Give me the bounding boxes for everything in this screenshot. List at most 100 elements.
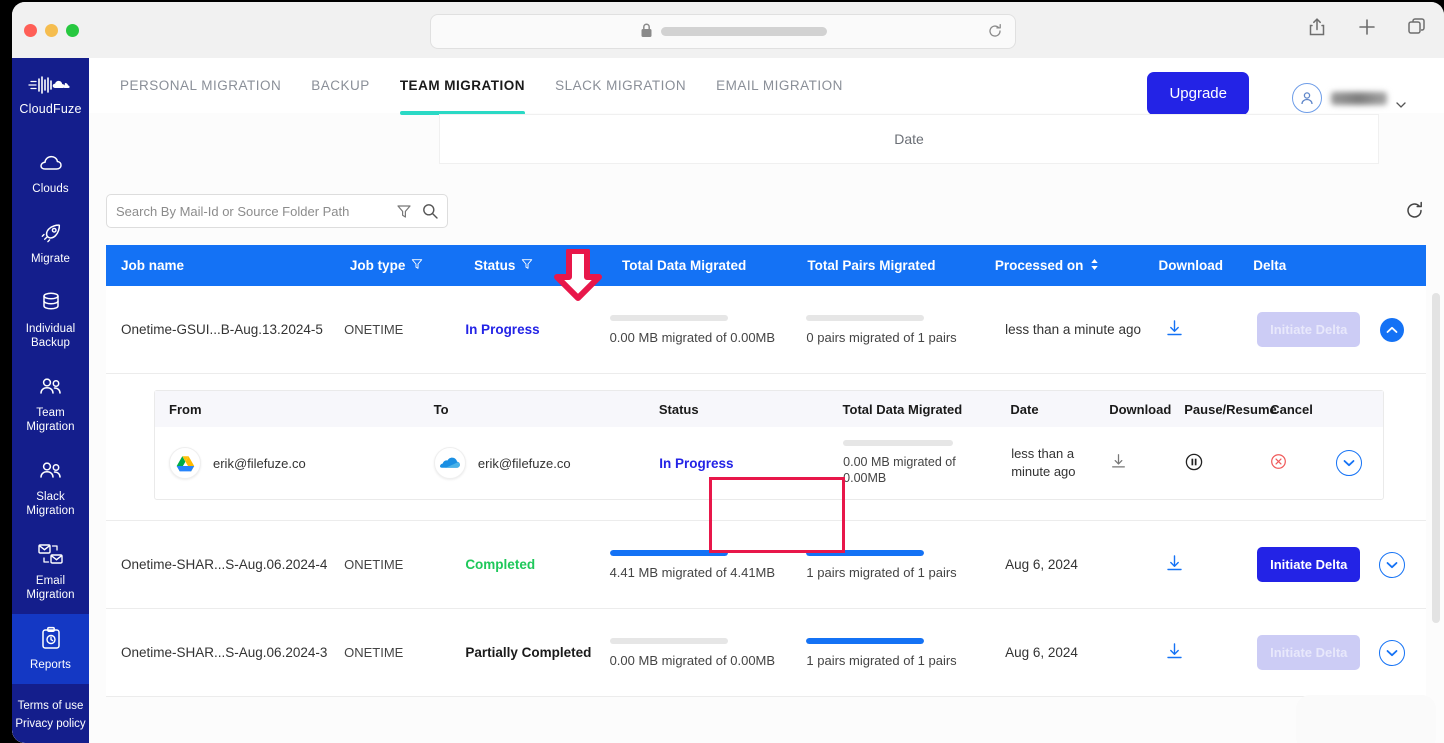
sub-cell-date: less than a minute ago — [1011, 446, 1076, 479]
collapse-row-button[interactable] — [1379, 317, 1404, 342]
sub-column-header-total-data-migrated: Total Data Migrated — [842, 401, 963, 417]
download-icon[interactable] — [1165, 319, 1184, 341]
column-header-processed-on[interactable]: Processed on — [995, 258, 1159, 274]
filter-icon[interactable] — [395, 202, 413, 220]
cell-job-type: ONETIME — [344, 645, 404, 660]
pause-icon[interactable] — [1185, 453, 1203, 474]
tab-team-migration[interactable]: TEAM MIGRATION — [399, 78, 526, 115]
cell-download — [1165, 319, 1257, 341]
onedrive-icon — [433, 447, 466, 479]
table-row[interactable]: Onetime-GSUI...B-Aug.13.2024-5 ONETIME I… — [106, 286, 1426, 374]
sub-column-header-from: From — [169, 401, 202, 417]
sidebar-item-individual-backup[interactable]: Individual Backup — [12, 278, 89, 362]
minimize-window-button[interactable] — [45, 24, 58, 37]
table-row[interactable]: Onetime-SHAR...S-Aug.06.2024-3 ONETIME P… — [106, 609, 1426, 697]
pairs-progress-bar — [806, 637, 925, 644]
user-menu[interactable] — [1292, 83, 1406, 113]
close-window-button[interactable] — [24, 24, 37, 37]
pairs-subtable: From To Status Total Data Migrated Date … — [154, 390, 1384, 500]
cell-job-type: ONETIME — [344, 322, 404, 337]
tab-slack-migration[interactable]: SLACK MIGRATION — [555, 78, 686, 115]
filter-icon[interactable] — [521, 258, 533, 273]
expand-row-button[interactable] — [1378, 551, 1405, 578]
cell-delta: Initiate Delta — [1257, 312, 1372, 347]
sidebar-item-clouds[interactable]: Clouds — [12, 138, 89, 208]
sidebar: CloudFuze Clouds Migrate Individual Back… — [12, 58, 89, 743]
refresh-icon[interactable] — [1405, 201, 1424, 220]
sidebar-footer: Terms of use Privacy policy — [12, 697, 89, 733]
initiate-delta-button[interactable]: Initiate Delta — [1257, 547, 1361, 582]
cell-total-data-migrated: 0.00 MB migrated of 0.00MB — [609, 314, 807, 345]
cell-download — [1165, 642, 1257, 664]
sub-table-row[interactable]: erik@filefuze.co erik@filefuze.co In Pro… — [155, 427, 1383, 499]
cell-expand — [1373, 639, 1411, 666]
browser-window: CloudFuze Clouds Migrate Individual Back… — [12, 2, 1444, 743]
sidebar-item-label: Individual Backup — [25, 323, 76, 349]
search-input[interactable] — [107, 202, 395, 220]
column-header-job-type[interactable]: Job type — [350, 258, 474, 273]
download-icon[interactable] — [1110, 454, 1127, 473]
brand[interactable]: CloudFuze — [12, 58, 89, 116]
tab-backup[interactable]: BACKUP — [311, 78, 370, 115]
expand-row-button[interactable] — [1378, 639, 1405, 666]
initiate-delta-button[interactable]: Initiate Delta — [1257, 635, 1361, 670]
sub-data-progress-label: 0.00 MB migrated of 0.00MB — [843, 455, 956, 485]
user-name-redacted — [1331, 91, 1387, 105]
sidebar-item-team-migration[interactable]: Team Migration — [12, 362, 89, 446]
scrollbar-thumb[interactable] — [1432, 293, 1440, 623]
reload-icon[interactable] — [987, 23, 1003, 39]
sidebar-item-reports[interactable]: Reports — [12, 614, 89, 684]
tab-overview-icon[interactable] — [1406, 16, 1428, 38]
sidebar-item-email-migration[interactable]: Email Migration — [12, 530, 89, 614]
sidebar-item-label: Email Migration — [26, 575, 75, 601]
browser-titlebar — [12, 2, 1444, 59]
sidebar-item-label: Team Migration — [26, 407, 75, 433]
tab-personal-migration[interactable]: PERSONAL MIGRATION — [120, 78, 281, 115]
download-icon[interactable] — [1165, 554, 1184, 576]
data-progress-label: 0.00 MB migrated of 0.00MB — [609, 652, 776, 668]
search-icon[interactable] — [421, 202, 439, 220]
sub-cell-pause-resume — [1185, 453, 1270, 474]
cell-processed-on: Aug 6, 2024 — [1005, 557, 1078, 572]
users-icon — [14, 373, 87, 401]
sort-icon[interactable] — [1089, 258, 1100, 274]
sub-cell-download — [1110, 453, 1185, 473]
tab-email-migration[interactable]: EMAIL MIGRATION — [716, 78, 843, 115]
new-tab-icon[interactable] — [1356, 16, 1378, 38]
sidebar-item-slack-migration[interactable]: Slack Migration — [12, 446, 89, 530]
chat-widget[interactable] — [1296, 695, 1436, 743]
users-icon — [14, 457, 87, 485]
sidebar-item-migrate[interactable]: Migrate — [12, 208, 89, 278]
terms-of-use-link[interactable]: Terms of use — [12, 697, 89, 715]
cancel-icon[interactable] — [1270, 454, 1287, 473]
sub-data-progress-bar — [843, 440, 954, 446]
privacy-policy-link[interactable]: Privacy policy — [12, 715, 89, 733]
data-progress-label: 4.41 MB migrated of 4.41MB — [609, 564, 776, 580]
lock-icon — [641, 23, 652, 38]
filter-icon[interactable] — [411, 258, 423, 273]
cell-job-name: Onetime-SHAR...S-Aug.06.2024-3 — [121, 645, 328, 660]
download-icon[interactable] — [1165, 642, 1184, 664]
pairs-subtable-header: From To Status Total Data Migrated Date … — [155, 391, 1383, 427]
address-bar[interactable] — [430, 14, 1016, 49]
cell-delta: Initiate Delta — [1257, 547, 1372, 582]
chevron-down-icon[interactable] — [1336, 450, 1363, 476]
sub-cell-total-data-migrated: 0.00 MB migrated of 0.00MB — [843, 440, 1011, 486]
expanded-detail-panel: From To Status Total Data Migrated Date … — [106, 374, 1426, 521]
sidebar-nav: Clouds Migrate Individual Backup Team Mi… — [12, 138, 89, 684]
column-header-total-pairs-migrated: Total Pairs Migrated — [807, 258, 936, 273]
table-row[interactable]: Onetime-SHAR...S-Aug.06.2024-4 ONETIME C… — [106, 521, 1426, 609]
pairs-progress-bar — [806, 549, 925, 556]
cell-job-name: Onetime-GSUI...B-Aug.13.2024-5 — [121, 322, 323, 337]
jobs-table-header: Job name Job type Status Total Data Migr… — [106, 245, 1426, 286]
search-box[interactable] — [106, 194, 448, 228]
upgrade-button[interactable]: Upgrade — [1147, 72, 1249, 115]
sidebar-item-label: Reports — [30, 659, 71, 671]
sub-cell-from-account: erik@filefuze.co — [213, 455, 306, 471]
cell-total-data-migrated: 0.00 MB migrated of 0.00MB — [609, 637, 807, 668]
maximize-window-button[interactable] — [66, 24, 79, 37]
initiate-delta-button[interactable]: Initiate Delta — [1257, 312, 1361, 347]
share-icon[interactable] — [1306, 16, 1328, 38]
data-progress-bar — [609, 637, 728, 644]
vertical-scrollbar[interactable] — [1432, 83, 1440, 693]
